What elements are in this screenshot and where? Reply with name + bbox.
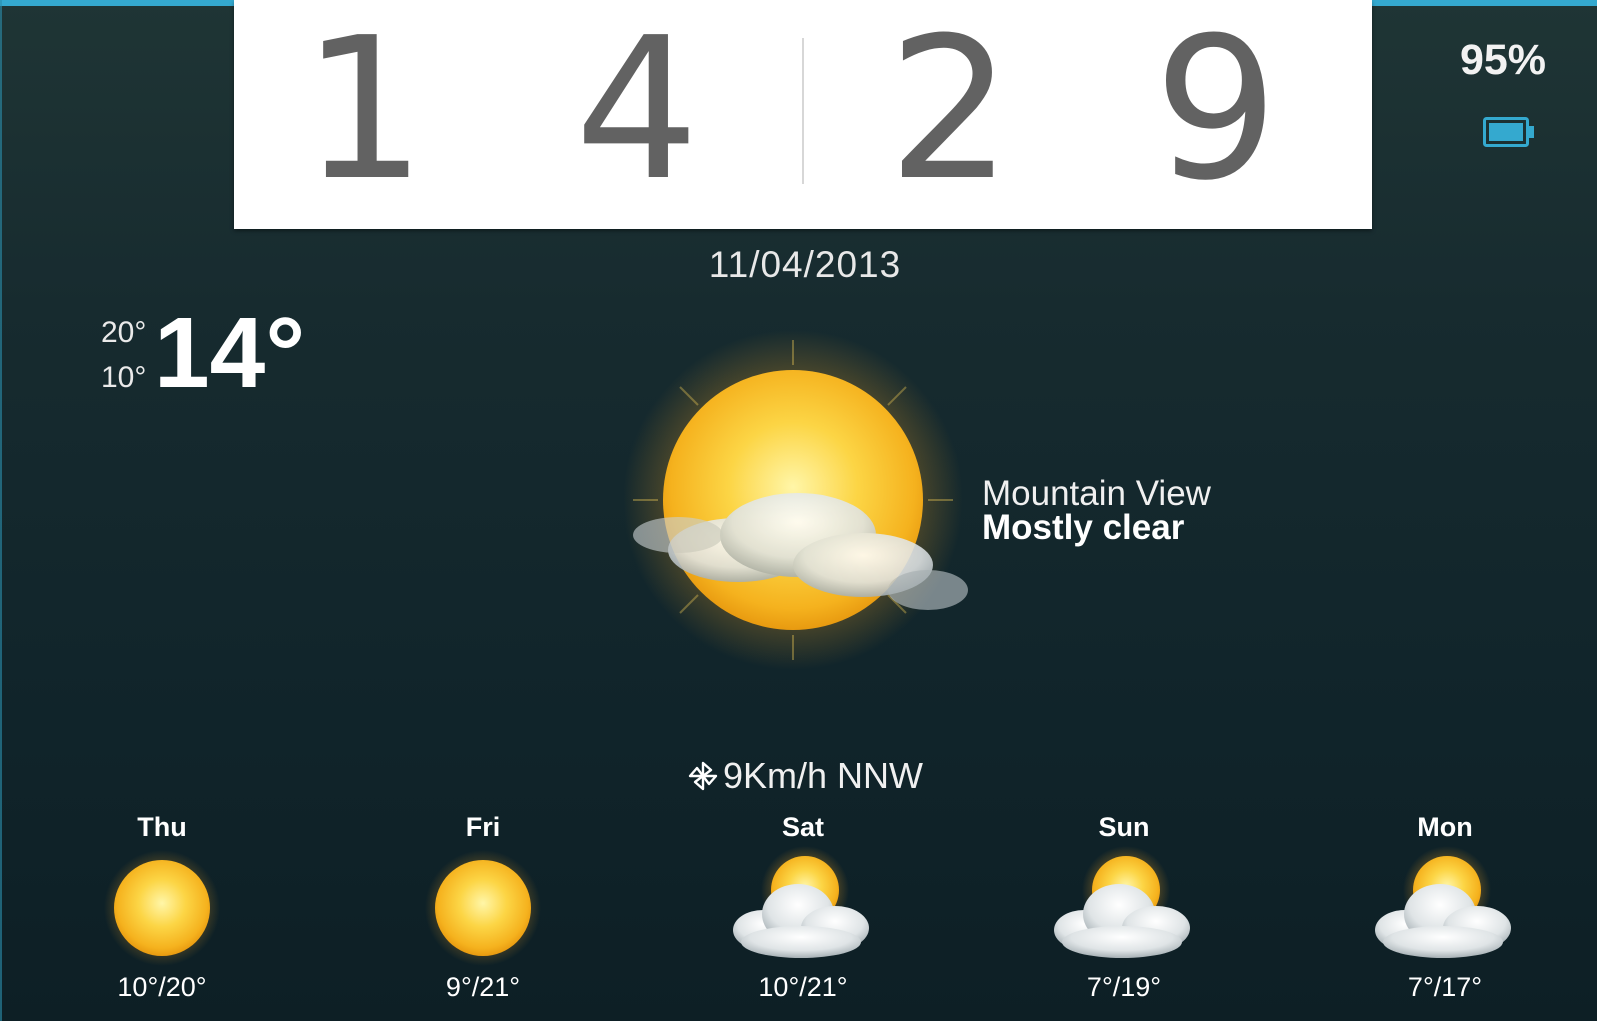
- battery-percent: 95%: [1459, 36, 1547, 84]
- forecast-temps: 7°/19°: [1086, 972, 1162, 1002]
- left-edge-line: [0, 0, 2, 1021]
- forecast-day-thu[interactable]: Thu 10°/20°: [52, 812, 272, 1012]
- battery-icon: [1483, 117, 1535, 152]
- temp-high: 20°: [101, 316, 147, 349]
- sun-icon: [423, 848, 543, 968]
- forecast-day-label: Sun: [1098, 812, 1150, 842]
- sun-cloud-icon[interactable]: [608, 320, 978, 690]
- clock-panel[interactable]: 1 4 2 9: [234, 0, 1372, 229]
- clock-hour-tens: 1: [301, 0, 427, 224]
- date-label: 11/04/2013: [708, 244, 902, 285]
- forecast-day-mon[interactable]: Mon 7°/17°: [1335, 812, 1555, 1012]
- temp-low: 10°: [101, 361, 147, 394]
- forecast-day-sun[interactable]: Sun 7°/19°: [1014, 812, 1234, 1012]
- partly-cloudy-icon: [1054, 846, 1190, 968]
- sun-icon: [102, 848, 222, 968]
- weather-clock-screen: 1 4 2 9 95% 11/04/2013 20° 10° 14° Mount…: [0, 0, 1597, 1021]
- clock-hour-ones: 4: [574, 0, 700, 224]
- partly-cloudy-icon: [1375, 846, 1511, 968]
- weather-condition: Mostly clear: [982, 508, 1185, 547]
- forecast-temps: 10°/20°: [117, 972, 207, 1002]
- forecast-temps: 9°/21°: [445, 972, 521, 1002]
- forecast-temps: 7°/17°: [1407, 972, 1483, 1002]
- forecast-day-label: Thu: [137, 812, 187, 842]
- pinwheel-icon: [687, 760, 719, 792]
- temp-current: 14°: [154, 297, 306, 409]
- top-accent-bar-left: [0, 0, 234, 6]
- forecast-day-label: Mon: [1417, 812, 1473, 842]
- forecast-day-label: Sat: [781, 812, 825, 842]
- partly-cloudy-icon: [733, 846, 869, 968]
- clock-minute-ones: 9: [1153, 0, 1279, 224]
- forecast-temps: 10°/21°: [758, 972, 848, 1002]
- forecast-day-fri[interactable]: Fri 9°/21°: [373, 812, 593, 1012]
- top-accent-bar-right: [1372, 0, 1597, 6]
- forecast-day-sat[interactable]: Sat 10°/21°: [693, 812, 913, 1012]
- clock-divider: [802, 38, 804, 184]
- forecast-day-label: Fri: [465, 812, 501, 842]
- clock-minute-tens: 2: [887, 0, 1013, 224]
- wind-info: 9Km/h NNW: [687, 754, 923, 798]
- wind-speed-direction: 9Km/h NNW: [723, 755, 924, 796]
